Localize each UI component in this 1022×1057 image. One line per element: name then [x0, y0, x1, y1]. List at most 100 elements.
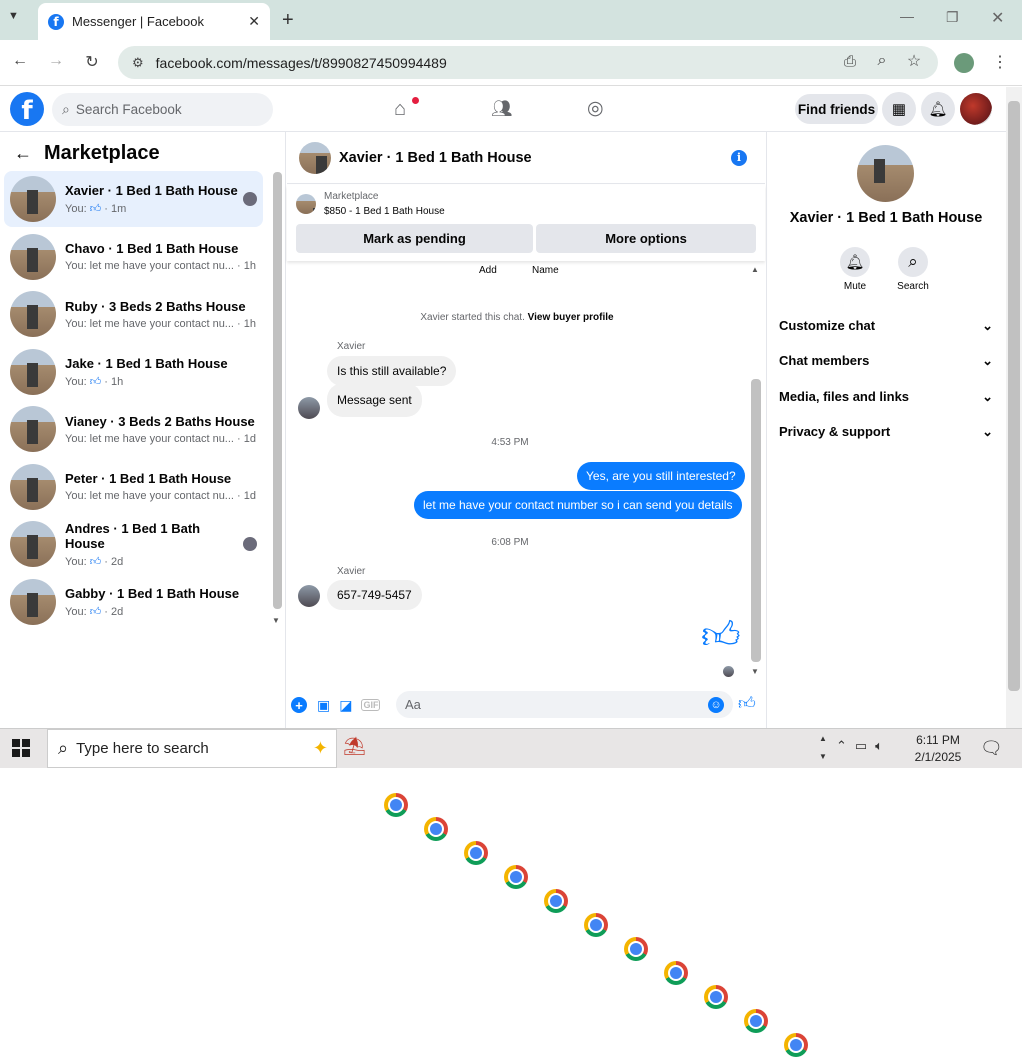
forward-icon[interactable]: → — [44, 52, 68, 70]
friends-icon[interactable]: 👥︎ — [491, 99, 513, 119]
facebook-logo-icon[interactable]: f — [10, 92, 44, 126]
gif-icon[interactable]: GIF — [361, 699, 381, 711]
taskbar-scroll-arrows-icon[interactable]: ▲ ▼ — [819, 730, 827, 766]
chat-avatar[interactable] — [299, 141, 331, 174]
conversation-item[interactable]: Chavo · 1 Bed 1 Bath House You: let me ha… — [4, 229, 263, 285]
scrollbar-thumb[interactable] — [1008, 101, 1020, 691]
privacy-support-row[interactable]: Privacy & support ⌄ — [779, 424, 993, 440]
browser-menu-icon[interactable]: ⋮ — [988, 52, 1012, 72]
new-tab-icon[interactable]: + — [282, 9, 294, 32]
conversation-search-icon[interactable]: ⌕ — [898, 247, 928, 277]
facebook-search-input[interactable]: ⌕ Search Facebook — [52, 93, 273, 126]
conversation-item[interactable]: Andres · 1 Bed 1 Bath House You: 👍︎ · 2d — [4, 516, 263, 572]
restore-icon[interactable]: ❐ — [946, 9, 959, 26]
outgoing-message[interactable]: Yes, are you still interested? — [577, 462, 745, 490]
chrome-taskbar-icon[interactable] — [504, 865, 528, 889]
chat-members-row[interactable]: Chat members ⌄ — [779, 353, 993, 369]
profile-icon[interactable] — [954, 53, 974, 73]
conversation-item[interactable]: Gabby · 1 Bed 1 Bath House You: 👍︎ · 2d — [4, 574, 263, 630]
chrome-taskbar-icon[interactable] — [624, 937, 648, 961]
scroll-up-arrow-icon[interactable]: ▲ — [751, 265, 759, 274]
chrome-taskbar-icon[interactable] — [544, 889, 568, 913]
plus-icon[interactable]: + — [291, 697, 307, 713]
incoming-message[interactable]: Is this still available? — [327, 356, 457, 386]
conversation-item[interactable]: Vianey · 3 Beds 2 Baths House You: let me… — [4, 401, 263, 457]
chrome-taskbar-icon[interactable] — [704, 985, 728, 1009]
search-label: Search — [897, 281, 929, 292]
mute-bell-icon[interactable]: 🔔︎ — [840, 247, 870, 277]
chrome-taskbar-icon[interactable] — [744, 1009, 768, 1033]
taskbar-search-box[interactable]: ⌕ Type here to search ✦ — [47, 729, 337, 768]
bookmark-star-icon[interactable]: ☆ — [902, 51, 926, 71]
address-bar[interactable]: ⚙ facebook.com/messages/t/89908274509944… — [118, 46, 938, 79]
back-icon[interactable]: ← — [8, 52, 32, 70]
incoming-message[interactable]: 657-749-5457 — [327, 580, 422, 610]
chrome-taskbar-icon[interactable] — [384, 793, 408, 817]
image-icon[interactable]: ▣ — [317, 697, 330, 714]
info-icon[interactable]: i — [731, 149, 747, 166]
home-icon[interactable]: ⌂ — [394, 98, 406, 121]
listing-title[interactable]: $850 - 1 Bed 1 Bath House — [324, 206, 445, 217]
thumbs-up-sticker-icon[interactable]: 👍︎ — [701, 614, 741, 659]
account-avatar[interactable] — [960, 93, 992, 125]
window-close-icon[interactable]: ✕ — [991, 8, 1004, 28]
minimize-icon[interactable]: — — [900, 8, 914, 24]
scroll-down-arrow-icon[interactable]: ▼ — [751, 667, 759, 676]
chrome-taskbar-icon[interactable] — [464, 841, 488, 865]
thumbs-up-icon: 👍︎ — [89, 555, 102, 568]
conversation-item[interactable]: Ruby · 3 Beds 2 Baths House You: let me h… — [4, 286, 263, 342]
menu-grid-icon[interactable]: ▦ — [882, 92, 916, 126]
chrome-taskbar-icon[interactable] — [584, 913, 608, 937]
emoji-icon[interactable]: ☺ — [708, 696, 724, 713]
customize-chat-row[interactable]: Customize chat ⌄ — [779, 318, 993, 334]
notifications-bell-icon[interactable]: 🔔︎ — [921, 92, 955, 126]
scrollbar-thumb[interactable] — [751, 379, 761, 662]
conversation-text: Vianey · 3 Beds 2 Baths House You: let me… — [65, 414, 263, 445]
view-buyer-profile-link[interactable]: View buyer profile — [528, 312, 614, 323]
site-info-icon[interactable]: ⚙ — [132, 55, 144, 71]
conversation-time: 1d — [243, 490, 257, 502]
conversation-text: Andres · 1 Bed 1 Bath House You: 👍︎ · 2d — [65, 521, 243, 568]
browser-tab[interactable]: f Messenger | Facebook ✕ — [38, 3, 270, 40]
more-options-button[interactable]: More options — [536, 224, 756, 253]
notification-center-icon[interactable]: 🗨︎ — [980, 738, 1003, 759]
page-scrollbar[interactable] — [1006, 87, 1022, 728]
conversation-item[interactable]: Xavier · 1 Bed 1 Bath House You: 👍︎ · 1m — [4, 171, 263, 227]
mark-as-pending-button[interactable]: Mark as pending — [296, 224, 533, 253]
back-arrow-icon[interactable]: ← — [14, 143, 32, 164]
sender-avatar[interactable] — [298, 585, 320, 607]
zoom-icon[interactable]: ⌕ — [870, 52, 894, 70]
reload-icon[interactable]: ↻ — [80, 52, 104, 72]
chat-started-notice: Xavier started this chat. View buyer pro… — [287, 312, 747, 323]
media-files-links-row[interactable]: Media, files and links ⌄ — [779, 389, 993, 405]
pinned-app-icon[interactable]: ⛱ — [343, 736, 369, 760]
message-input[interactable]: Aa ☺ — [396, 691, 733, 718]
chrome-taskbar-icon[interactable] — [424, 817, 448, 841]
message-input-placeholder: Aa — [405, 697, 421, 712]
find-friends-button[interactable]: Find friends — [795, 94, 878, 124]
groups-icon[interactable]: ◎ — [587, 97, 604, 120]
conversation-item[interactable]: Jake · 1 Bed 1 Bath House You: 👍︎ · 1h — [4, 344, 263, 400]
clock[interactable]: 6:11 PM 2/1/2025 — [910, 733, 966, 764]
sender-avatar[interactable] — [298, 397, 320, 419]
sticker-icon[interactable]: ◪ — [339, 697, 352, 714]
system-tray-icons[interactable]: ⌃▭🔈︎ — [836, 738, 891, 754]
outgoing-message[interactable]: let me have your contact number so i can… — [414, 491, 742, 519]
chrome-taskbar-icon[interactable] — [664, 961, 688, 985]
chrome-taskbar-icon[interactable] — [784, 1033, 808, 1057]
windows-start-icon[interactable] — [12, 739, 30, 757]
chat-title[interactable]: Xavier · 1 Bed 1 Bath House — [339, 150, 731, 166]
conversation-item[interactable]: Peter · 1 Bed 1 Bath House You: let me ha… — [4, 459, 263, 515]
tab-search-chevron-icon[interactable]: ▼ — [8, 10, 28, 22]
scroll-down-arrow-icon[interactable]: ▼ — [272, 616, 280, 625]
message-scrollbar[interactable]: ▲ ▼ — [748, 263, 763, 681]
close-tab-icon[interactable]: ✕ — [248, 13, 260, 30]
incoming-message[interactable]: Message sent — [327, 383, 422, 417]
thumbs-up-icon: 👍︎ — [89, 203, 102, 215]
contact-avatar[interactable] — [857, 145, 914, 202]
conversation-list-scrollbar[interactable]: ▼ — [270, 172, 284, 630]
preview-text: You: let me have your contact nu... — [65, 317, 234, 330]
scrollbar-thumb[interactable] — [273, 172, 282, 609]
send-like-icon[interactable]: 👍︎ — [738, 693, 756, 714]
install-app-icon[interactable]: ⎙ — [838, 53, 862, 70]
